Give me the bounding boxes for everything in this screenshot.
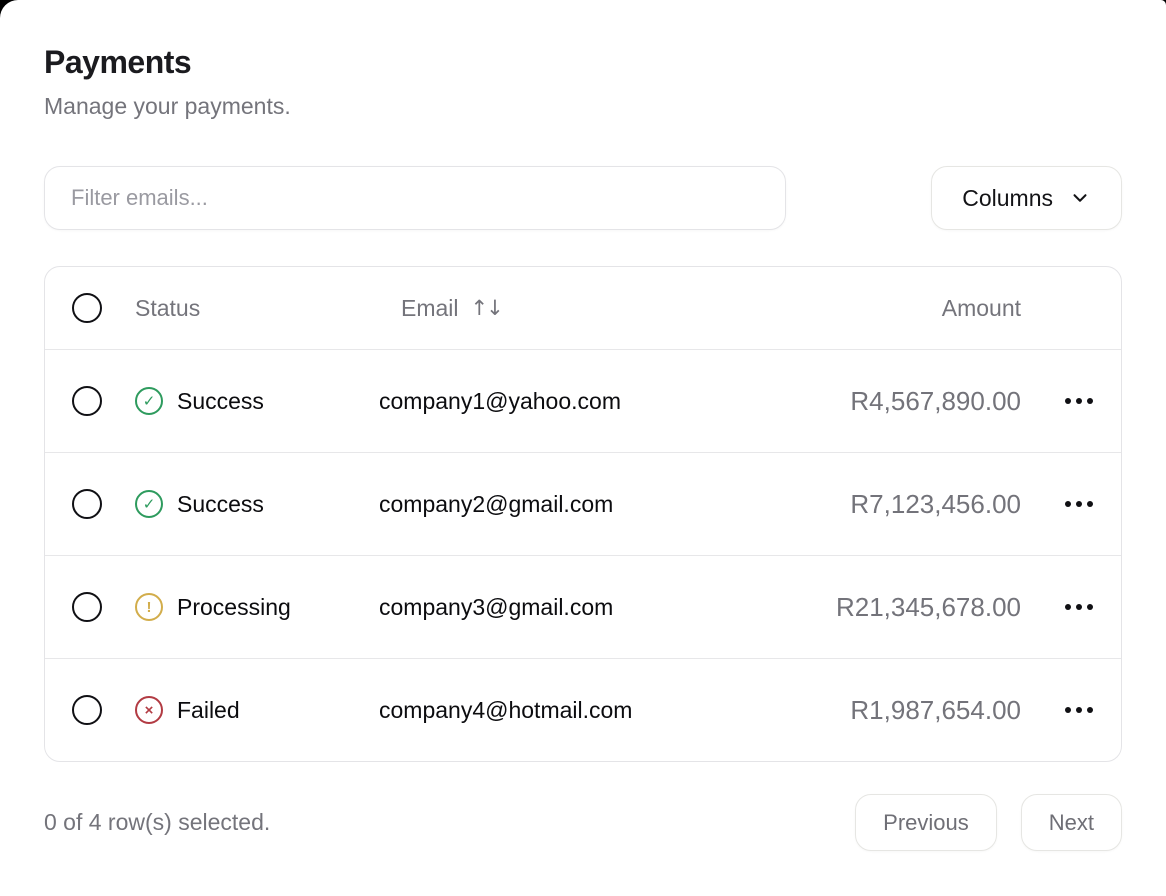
select-all-cell: [45, 293, 131, 323]
row-checkbox[interactable]: [72, 489, 102, 519]
filter-emails-input[interactable]: [44, 166, 786, 230]
row-email-cell: company4@hotmail.com: [379, 697, 709, 724]
row-email-cell: company2@gmail.com: [379, 491, 709, 518]
arrow-up-down-icon: ↑↓: [471, 296, 502, 320]
row-actions-button[interactable]: [1053, 593, 1105, 621]
row-status-cell: ! Processing: [131, 593, 379, 621]
row-email: company3@gmail.com: [379, 594, 613, 621]
table-row: ✓ Success company1@yahoo.com R4,567,890.…: [45, 349, 1121, 452]
row-actions-cell: [1037, 387, 1121, 415]
page-subtitle: Manage your payments.: [44, 93, 1122, 120]
row-amount-cell: R21,345,678.00: [709, 592, 1037, 623]
row-actions-button[interactable]: [1053, 490, 1105, 518]
ellipsis-icon: [1063, 397, 1095, 405]
row-status-cell: ✓ Success: [131, 387, 379, 415]
columns-button-label: Columns: [962, 185, 1053, 212]
ellipsis-icon: [1063, 603, 1095, 611]
row-email: company1@yahoo.com: [379, 388, 621, 415]
column-header-amount: Amount: [709, 295, 1037, 322]
row-checkbox[interactable]: [72, 386, 102, 416]
table-toolbar: Columns: [44, 166, 1122, 230]
pagination: Previous Next: [855, 794, 1122, 851]
ellipsis-icon: [1063, 500, 1095, 508]
row-actions-button[interactable]: [1053, 387, 1105, 415]
row-status-label: Processing: [177, 594, 291, 621]
row-amount: R21,345,678.00: [836, 592, 1021, 623]
ellipsis-icon: [1063, 706, 1095, 714]
circle-x-icon: ×: [135, 696, 163, 724]
row-select-cell: [45, 592, 131, 622]
row-status-label: Success: [177, 388, 264, 415]
select-all-checkbox[interactable]: [72, 293, 102, 323]
row-status-label: Failed: [177, 697, 240, 724]
table-body: ✓ Success company1@yahoo.com R4,567,890.…: [45, 349, 1121, 761]
row-actions-cell: [1037, 593, 1121, 621]
columns-button[interactable]: Columns: [931, 166, 1122, 230]
row-amount: R4,567,890.00: [850, 386, 1021, 417]
selection-summary: 0 of 4 row(s) selected.: [44, 809, 270, 836]
column-header-email[interactable]: Email ↑↓: [379, 295, 709, 322]
row-amount-cell: R1,987,654.00: [709, 695, 1037, 726]
table-header-row: Status Email ↑↓ Amount: [45, 267, 1121, 349]
row-status-cell: ✓ Success: [131, 490, 379, 518]
row-select-cell: [45, 695, 131, 725]
column-header-amount-label: Amount: [942, 295, 1021, 322]
row-amount-cell: R7,123,456.00: [709, 489, 1037, 520]
row-amount: R7,123,456.00: [850, 489, 1021, 520]
row-email-cell: company1@yahoo.com: [379, 388, 709, 415]
row-email: company4@hotmail.com: [379, 697, 632, 724]
column-header-status: Status: [131, 295, 379, 322]
payments-panel: Payments Manage your payments. Columns S…: [0, 0, 1166, 896]
row-amount-cell: R4,567,890.00: [709, 386, 1037, 417]
row-checkbox[interactable]: [72, 592, 102, 622]
page-title: Payments: [44, 44, 1122, 81]
column-header-email-label: Email: [401, 295, 459, 322]
row-actions-cell: [1037, 490, 1121, 518]
previous-button[interactable]: Previous: [855, 794, 997, 851]
column-header-status-label: Status: [135, 295, 200, 322]
page-header: Payments Manage your payments.: [44, 44, 1122, 120]
row-actions-button[interactable]: [1053, 696, 1105, 724]
row-amount: R1,987,654.00: [850, 695, 1021, 726]
table-row: ✓ Success company2@gmail.com R7,123,456.…: [45, 452, 1121, 555]
table-row: ! Processing company3@gmail.com R21,345,…: [45, 555, 1121, 658]
row-status-label: Success: [177, 491, 264, 518]
table-row: × Failed company4@hotmail.com R1,987,654…: [45, 658, 1121, 761]
table-footer: 0 of 4 row(s) selected. Previous Next: [44, 794, 1122, 851]
row-select-cell: [45, 489, 131, 519]
row-email-cell: company3@gmail.com: [379, 594, 709, 621]
circle-check-icon: ✓: [135, 490, 163, 518]
row-email: company2@gmail.com: [379, 491, 613, 518]
circle-check-icon: ✓: [135, 387, 163, 415]
row-actions-cell: [1037, 696, 1121, 724]
row-select-cell: [45, 386, 131, 416]
circle-alert-icon: !: [135, 593, 163, 621]
row-status-cell: × Failed: [131, 696, 379, 724]
next-button[interactable]: Next: [1021, 794, 1122, 851]
payments-table: Status Email ↑↓ Amount ✓ Success company…: [44, 266, 1122, 762]
row-checkbox[interactable]: [72, 695, 102, 725]
chevron-down-icon: [1069, 187, 1091, 209]
